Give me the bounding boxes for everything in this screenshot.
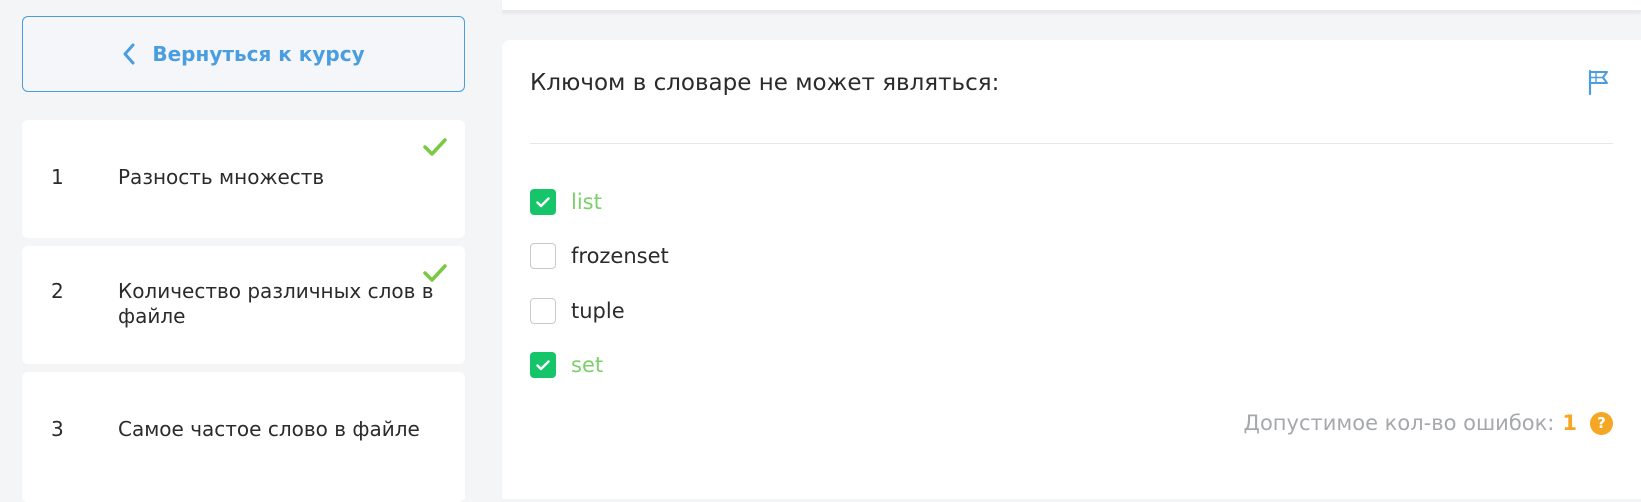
step-number: 2 bbox=[51, 279, 64, 303]
step-item-2[interactable]: 2 Количество различных слов в файле bbox=[22, 246, 465, 364]
option-tuple[interactable]: tuple bbox=[530, 298, 625, 324]
option-label: frozenset bbox=[571, 244, 669, 268]
allowed-errors-label: Допустимое кол-во ошибок: bbox=[1243, 411, 1555, 435]
chevron-left-icon bbox=[122, 43, 136, 65]
step-number: 1 bbox=[51, 165, 64, 189]
checkmark-icon bbox=[422, 137, 448, 161]
checkbox-checked[interactable] bbox=[530, 352, 556, 378]
allowed-errors-count: 1 bbox=[1562, 411, 1577, 435]
option-label: tuple bbox=[571, 299, 625, 323]
step-title: Самое частое слово в файле bbox=[118, 417, 420, 441]
option-label: set bbox=[571, 353, 604, 377]
option-set[interactable]: set bbox=[530, 352, 603, 378]
checkbox-checked[interactable] bbox=[530, 189, 556, 215]
quiz-panel: Ключом в словаре не может являться: list… bbox=[502, 40, 1641, 499]
checkbox-unchecked[interactable] bbox=[530, 243, 556, 269]
question-text: Ключом в словаре не может являться: bbox=[530, 70, 1000, 96]
step-item-3[interactable]: 3 Самое частое слово в файле bbox=[22, 372, 465, 502]
step-title: Разность множеств bbox=[118, 165, 325, 189]
back-to-course-button[interactable]: Вернуться к курсу bbox=[22, 16, 465, 92]
option-list[interactable]: list bbox=[530, 189, 602, 215]
back-to-course-label: Вернуться к курсу bbox=[152, 42, 365, 66]
step-number: 3 bbox=[51, 417, 64, 441]
divider bbox=[530, 143, 1613, 144]
flag-icon[interactable] bbox=[1585, 68, 1613, 100]
checkmark-icon bbox=[422, 263, 448, 287]
option-frozenset[interactable]: frozenset bbox=[530, 243, 669, 269]
previous-card-edge bbox=[502, 0, 1641, 12]
allowed-errors: Допустимое кол-во ошибок: 1 ? bbox=[1244, 411, 1613, 435]
step-title: Количество различных слов в файле bbox=[118, 279, 434, 328]
option-label: list bbox=[571, 190, 602, 214]
step-item-1[interactable]: 1 Разность множеств bbox=[22, 120, 465, 238]
help-icon[interactable]: ? bbox=[1590, 411, 1613, 435]
checkbox-unchecked[interactable] bbox=[530, 298, 556, 324]
